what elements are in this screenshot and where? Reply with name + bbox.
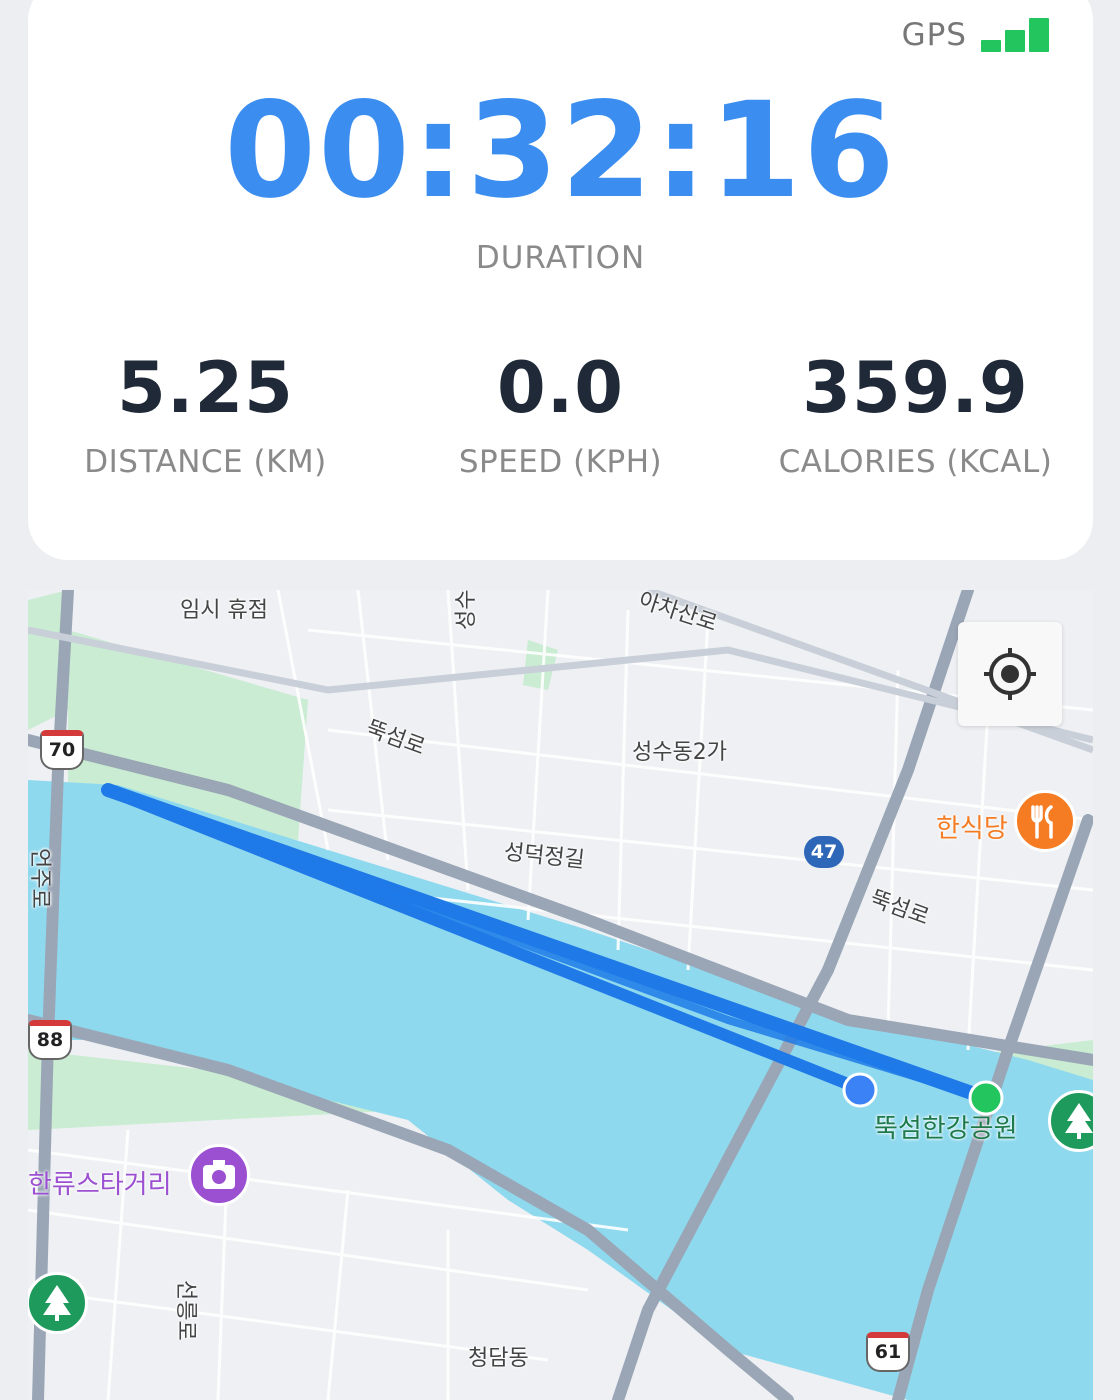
route-88-shield: 88	[28, 1020, 72, 1060]
poi-hallyu-label[interactable]: 한류스타거리	[28, 1164, 172, 1201]
tree-icon[interactable]	[28, 1272, 88, 1334]
speed-stat: 0.0 SPEED (KPH)	[383, 348, 738, 480]
route-61-shield: 61	[866, 1332, 910, 1372]
calories-value: 359.9	[802, 347, 1029, 429]
speed-value: 0.0	[496, 347, 624, 429]
duration-label: DURATION	[475, 240, 646, 276]
map-label-seongsu-road: 성수일로	[448, 590, 480, 630]
distance-label: DISTANCE (KM)	[84, 444, 327, 480]
route-47-badge: 47	[804, 836, 844, 868]
map-label-eonju: 언주로	[28, 848, 52, 909]
route-70-shield: 70	[40, 730, 84, 770]
gps-label: GPS	[901, 17, 967, 53]
workout-summary-card: GPS 00:32:16 DURATION 5.25 DISTANCE (KM)…	[28, 0, 1093, 560]
my-location-icon	[984, 648, 1036, 700]
restaurant-icon[interactable]	[1014, 790, 1076, 852]
map-canvas[interactable]	[28, 590, 1093, 1400]
tree-icon[interactable]	[1048, 1090, 1093, 1152]
calories-stat: 359.9 CALORIES (KCAL)	[738, 348, 1093, 480]
route-map[interactable]: 임시 휴점 성수일로 아차산로 뚝섬로 성수동2가 성덕정길 뚝섬로 언주로 청…	[28, 590, 1093, 1400]
gps-status: GPS	[902, 16, 1049, 52]
distance-value: 5.25	[117, 347, 294, 429]
poi-park-label[interactable]: 뚝섬한강공원	[874, 1108, 1018, 1145]
calories-label: CALORIES (KCAL)	[778, 444, 1053, 480]
duration-value: 00:32:16	[224, 74, 897, 228]
camera-icon[interactable]	[188, 1144, 250, 1206]
map-label-cheongdam: 청담동	[468, 1346, 529, 1371]
speed-label: SPEED (KPH)	[458, 444, 663, 480]
map-label-seolleung: 선릉로	[173, 1280, 198, 1341]
distance-stat: 5.25 DISTANCE (KM)	[28, 348, 383, 480]
my-location-button[interactable]	[958, 622, 1062, 726]
current-position-marker	[842, 1072, 878, 1108]
map-label-rest-area: 임시 휴점	[180, 598, 268, 623]
signal-bars-icon	[981, 16, 1049, 52]
poi-hansikdang-label[interactable]: 한식당	[936, 808, 1008, 845]
map-label-seongsu-2ga: 성수동2가	[632, 740, 727, 765]
